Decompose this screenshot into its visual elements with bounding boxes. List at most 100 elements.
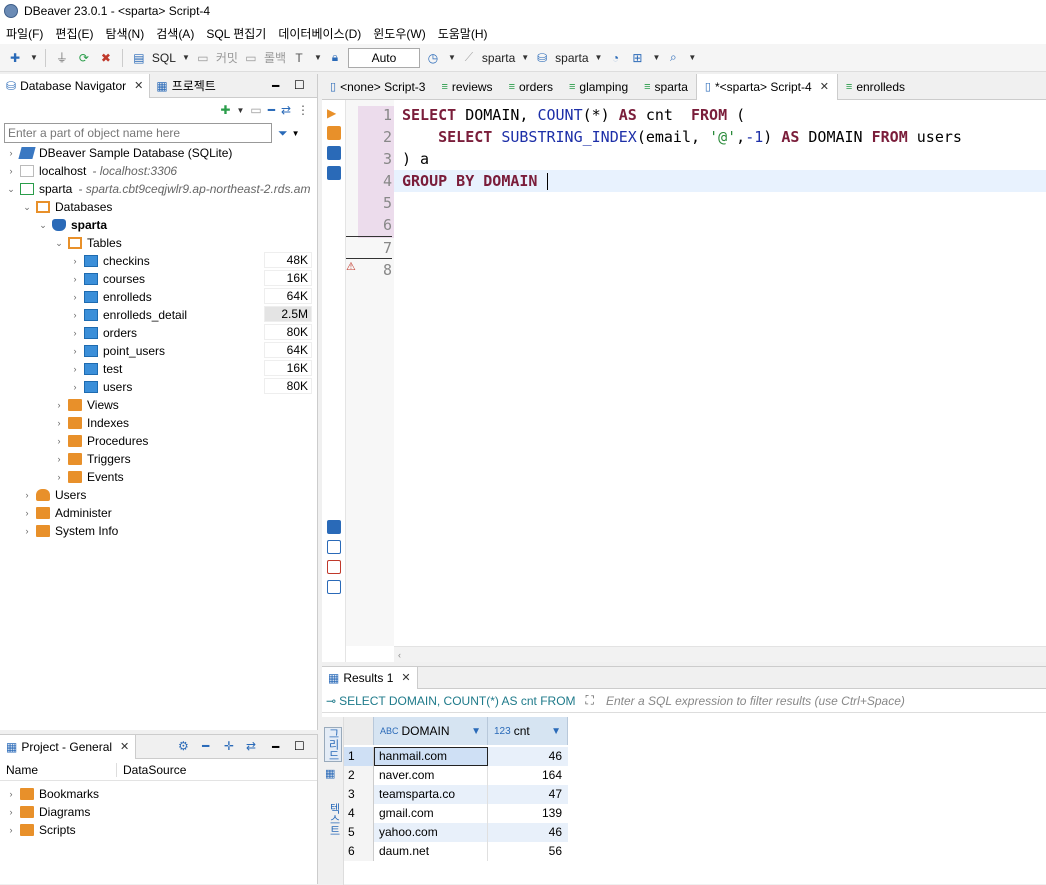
menu-search[interactable]: 검색(A) <box>150 25 200 42</box>
close-icon[interactable]: ✕ <box>401 671 410 684</box>
chevron-right-icon[interactable]: › <box>54 454 64 464</box>
tab-sparta[interactable]: ≡ sparta <box>636 74 696 100</box>
menu-help[interactable]: 도움말(H) <box>432 25 494 42</box>
grid-view-toggle[interactable]: 그리드 <box>324 727 342 762</box>
menu-sql-editor[interactable]: SQL 편집기 <box>200 25 272 42</box>
text-view-toggle[interactable]: 텍스트 <box>324 803 342 836</box>
tab-script-4[interactable]: ▯ *<sparta> Script-4 ✕ <box>695 73 838 100</box>
sort-icon[interactable]: ▼ <box>471 726 481 737</box>
column-datasource-header[interactable]: DataSource <box>116 762 186 777</box>
maximize-icon[interactable]: ☐ <box>294 739 305 753</box>
project-item-scripts[interactable]: › Scripts <box>6 821 76 839</box>
more-icon[interactable]: ⋮ <box>297 103 309 117</box>
cell-domain[interactable]: hanmail.com <box>374 747 488 766</box>
new-folder-icon[interactable]: ▭ <box>250 103 261 117</box>
close-icon[interactable]: ✕ <box>134 79 143 92</box>
chevron-down-icon[interactable]: ⌄ <box>38 220 48 231</box>
close-icon[interactable]: ✕ <box>820 80 829 93</box>
chevron-down-icon[interactable]: ⌄ <box>6 184 16 195</box>
link-editor-icon[interactable]: ⇄ <box>281 103 291 117</box>
menu-file[interactable]: 파일(F) <box>0 25 49 42</box>
sql-editor-icon[interactable]: ▤ <box>130 49 148 67</box>
chevron-right-icon[interactable]: › <box>54 400 64 410</box>
sql-button[interactable]: SQL <box>152 51 176 65</box>
tree-node-administer[interactable]: › Administer <box>22 504 112 522</box>
tree-node-table[interactable]: › orders <box>70 324 138 342</box>
table-row[interactable]: 6 daum.net 56 <box>344 842 568 861</box>
tree-node-procedures[interactable]: › Procedures <box>54 432 149 450</box>
chevron-right-icon[interactable]: › <box>6 789 16 799</box>
cell-cnt[interactable]: 47 <box>488 785 568 804</box>
tab-enrolleds[interactable]: ≡ enrolleds <box>838 74 913 100</box>
table-row[interactable]: 4 gmail.com 139 <box>344 804 568 823</box>
tree-node-table[interactable]: › test <box>70 360 123 378</box>
tree-node-table[interactable]: › courses <box>70 270 146 288</box>
chevron-down-icon[interactable]: ▼ <box>236 106 244 115</box>
tree-node-sparta-connection[interactable]: ⌄ sparta - sparta.cbt9ceqjwlr9.ap-northe… <box>6 180 310 198</box>
active-datasource-select[interactable]: sparta <box>482 51 515 65</box>
collapse-all-icon[interactable]: ━ <box>268 103 275 117</box>
format-icon[interactable] <box>327 580 341 594</box>
chevron-down-icon[interactable]: ▼ <box>448 53 456 62</box>
chevron-down-icon[interactable]: ▼ <box>688 53 696 62</box>
chevron-down-icon[interactable]: ▼ <box>182 53 190 62</box>
tab-project[interactable]: ▦ 프로젝트 <box>150 74 222 98</box>
cell-cnt[interactable]: 164 <box>488 766 568 785</box>
tree-node-table[interactable]: › checkins <box>70 252 150 270</box>
tree-node-db-sparta[interactable]: ⌄ sparta <box>38 216 107 234</box>
export-icon[interactable] <box>327 540 341 554</box>
tab-script-3[interactable]: ▯ <none> Script-3 <box>322 74 433 100</box>
chevron-down-icon[interactable]: ▼ <box>652 53 660 62</box>
active-schema-select[interactable]: sparta <box>555 51 588 65</box>
chevron-right-icon[interactable]: › <box>54 436 64 446</box>
chevron-right-icon[interactable]: › <box>6 825 16 835</box>
filter-icon[interactable]: ⏷ <box>278 126 288 141</box>
search-icon[interactable]: ⌕ <box>664 49 682 67</box>
code-line-1[interactable]: SELECT DOMAIN, COUNT(*) AS cnt FROM ( <box>402 104 745 126</box>
history-icon[interactable]: ◷ <box>424 49 442 67</box>
chevron-down-icon[interactable]: ▼ <box>521 53 529 62</box>
link-icon[interactable]: ⇄ <box>246 739 256 753</box>
rollback-button[interactable]: 롤백 <box>264 49 286 66</box>
tab-database-navigator[interactable]: ⛁ Database Navigator ✕ <box>0 73 151 98</box>
tree-node-views[interactable]: › Views <box>54 396 119 414</box>
close-icon[interactable]: ✕ <box>120 740 129 753</box>
table-row[interactable]: 3 teamsparta.co 47 <box>344 785 568 804</box>
menu-database[interactable]: 데이터베이스(D) <box>272 25 367 42</box>
project-item-bookmarks[interactable]: › Bookmarks <box>6 785 100 803</box>
chevron-right-icon[interactable]: › <box>70 382 80 392</box>
settings-icon[interactable]: ⚙ <box>178 739 189 753</box>
settings-icon[interactable] <box>327 520 341 534</box>
chevron-right-icon[interactable]: › <box>6 166 16 176</box>
collapse-icon[interactable]: ━ <box>202 739 209 753</box>
dashboard-icon[interactable]: ◔ <box>606 49 624 67</box>
navigator-filter-input[interactable]: Enter a part of object name here <box>4 123 272 143</box>
chevron-down-icon[interactable]: ▼ <box>314 53 322 62</box>
commit-button[interactable]: 커밋 <box>216 49 238 66</box>
chevron-right-icon[interactable]: › <box>70 256 80 266</box>
tree-node-tables[interactable]: ⌄ Tables <box>54 234 121 252</box>
cell-domain[interactable]: naver.com <box>374 766 488 785</box>
chevron-right-icon[interactable]: › <box>22 526 32 536</box>
cell-cnt[interactable]: 56 <box>488 842 568 861</box>
chevron-right-icon[interactable]: › <box>70 310 80 320</box>
column-header-domain[interactable]: ABC DOMAIN ▼ <box>374 717 488 745</box>
cell-domain[interactable]: yahoo.com <box>374 823 488 842</box>
table-row[interactable]: 1 hanmail.com 46 <box>344 747 568 766</box>
chevron-right-icon[interactable]: › <box>70 292 80 302</box>
tree-node-table[interactable]: › point_users <box>70 342 166 360</box>
chevron-right-icon[interactable]: › <box>22 508 32 518</box>
import-icon[interactable] <box>327 560 341 574</box>
chevron-down-icon[interactable]: ▼ <box>595 53 603 62</box>
column-name-header[interactable]: Name <box>0 763 116 777</box>
chevron-right-icon[interactable]: › <box>22 490 32 500</box>
cell-domain[interactable]: teamsparta.co <box>374 785 488 804</box>
chevron-right-icon[interactable]: › <box>70 346 80 356</box>
tab-reviews[interactable]: ≡ reviews <box>433 74 500 100</box>
tree-node-events[interactable]: › Events <box>54 468 124 486</box>
chevron-down-icon[interactable]: ⌄ <box>22 202 32 213</box>
cell-cnt[interactable]: 46 <box>488 747 568 766</box>
tree-node-databases[interactable]: ⌄ Databases <box>22 198 112 216</box>
chevron-right-icon[interactable]: › <box>70 274 80 284</box>
code-line-2[interactable]: SELECT SUBSTRING_INDEX(email, '@',-1) AS… <box>402 126 962 148</box>
